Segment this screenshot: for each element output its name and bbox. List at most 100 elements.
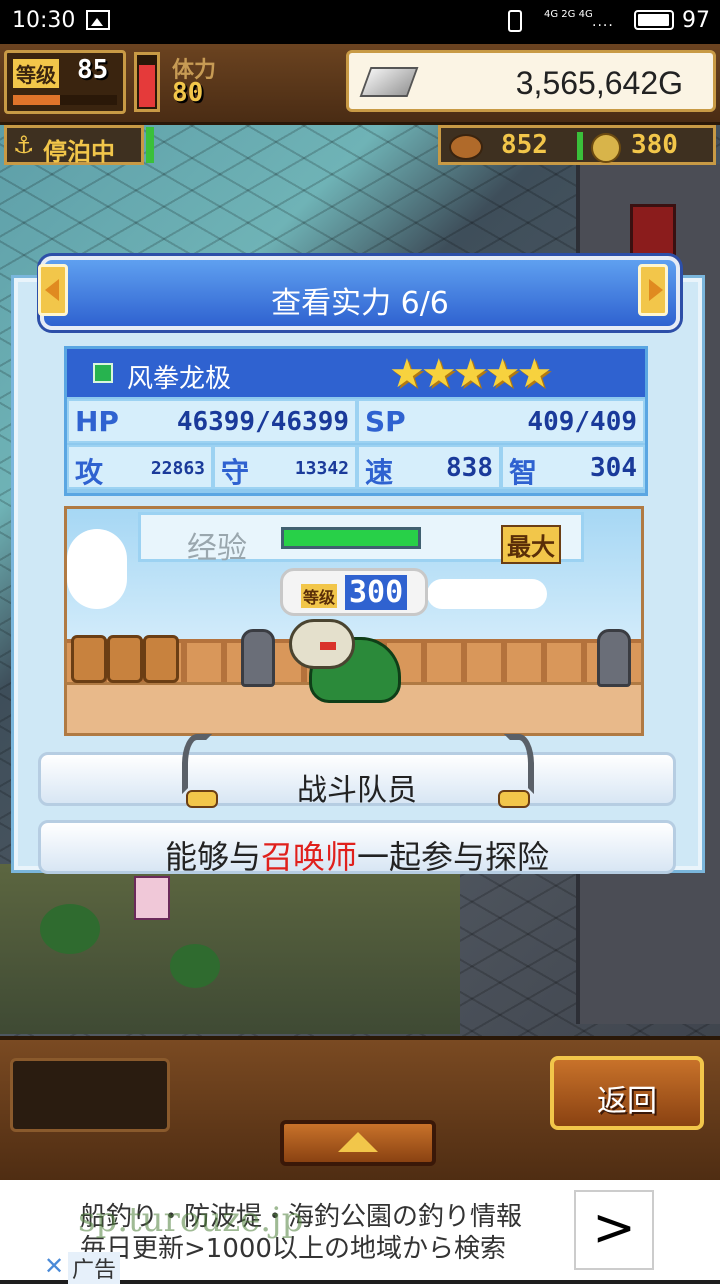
resource-a-value: 852 [501, 130, 548, 160]
npc-character[interactable] [134, 876, 170, 920]
exp-fill [284, 530, 418, 546]
speed-cell: 速 838 [357, 445, 501, 489]
sword-hilt [186, 790, 218, 808]
intelligence-key: 智 [509, 456, 538, 489]
resource-box: 852 380 [438, 125, 716, 165]
exp-bar [281, 527, 421, 549]
defense-key: 守 [221, 456, 250, 489]
signal-icon: .... [592, 14, 614, 30]
level-progress-fill [13, 95, 60, 105]
level-label: 等级 [13, 59, 59, 88]
anchor-label: 停泊中 [43, 138, 115, 166]
sp-cell: SP 409/409 [357, 399, 645, 443]
ad-open-button[interactable]: > [574, 1190, 654, 1270]
speed-value: 838 [446, 453, 493, 483]
dialog-title: 查看实力 6/6 [271, 286, 449, 321]
ad-banner[interactable]: 船釣り・防波堤・海釣公園の釣り情報 毎日更新>1000以上の地域から検索 sp.… [0, 1180, 720, 1284]
sp-value: 409/409 [527, 407, 637, 437]
exp-max-badge: 最大 [501, 525, 561, 564]
status-bar: 10:30 4G 2G 4G .... 97 [0, 0, 720, 44]
prev-arrow-button[interactable] [38, 264, 68, 316]
food-barrel-icon [449, 134, 483, 160]
barrel [107, 635, 143, 683]
top-hud: 等级 85 体力 80 3,565,642G [0, 44, 720, 125]
attack-cell: 攻 22863 [67, 445, 213, 489]
description-text: 能够与召唤师一起参与探险 [41, 832, 673, 878]
anchor-icon: ⚓ [13, 131, 35, 159]
cannon [241, 629, 275, 687]
description-highlight: 召唤师 [260, 838, 357, 876]
description-box: 能够与召唤师一起参与探险 [38, 820, 676, 876]
intelligence-value: 304 [590, 453, 637, 483]
exp-label: 经验 [187, 531, 247, 566]
up-arrow-icon [338, 1132, 378, 1152]
stamina-meter [134, 52, 160, 112]
resource-separator [577, 132, 583, 160]
back-button-label: 返回 [597, 1084, 657, 1119]
level-value: 85 [77, 55, 109, 85]
role-text: 战斗队员 [297, 773, 417, 808]
rarity-stars: ★★★★★ [389, 351, 552, 397]
dialog-title-banner: 查看实力 6/6 [40, 256, 680, 330]
description-pre: 能够与 [164, 838, 261, 876]
silver-bar-icon [359, 67, 419, 97]
battery-percent: 97 [682, 8, 710, 33]
dragon-eye [320, 642, 336, 650]
gold-amount: 3,565,642G [515, 65, 683, 101]
expand-menu-button[interactable] [280, 1120, 436, 1166]
next-arrow-button[interactable] [638, 264, 668, 316]
resource-b-value: 380 [631, 130, 678, 160]
image-notification-icon [86, 10, 110, 30]
network-type: 4G 2G 4G [544, 9, 593, 20]
attack-value: 22863 [150, 458, 205, 479]
monster-name: 风拳龙极 [127, 364, 232, 394]
hp-cell: HP 46399/46399 [67, 399, 357, 443]
tree [170, 944, 220, 988]
description-post: 一起参与探险 [357, 838, 550, 876]
ad-label: 广告 [68, 1252, 121, 1284]
hp-key: HP [75, 405, 119, 438]
cloud [67, 529, 127, 609]
barrel [143, 635, 179, 683]
dragon-monster-sprite[interactable] [289, 615, 409, 711]
monster-level-value: 300 [345, 575, 408, 610]
role-bar: 战斗队员 [38, 752, 676, 808]
monster-level-tag: 等级 300 [280, 568, 428, 616]
exp-bar-frame: 经验 最大 [138, 512, 584, 566]
stamina-fill [139, 65, 155, 107]
intelligence-cell: 智 304 [501, 445, 645, 489]
cloud [427, 579, 547, 609]
empty-slot [10, 1058, 170, 1132]
status-time: 10:30 [12, 8, 76, 33]
attack-key: 攻 [75, 456, 104, 489]
defense-cell: 守 13342 [213, 445, 357, 489]
hp-value: 46399/46399 [176, 407, 349, 437]
stats-panel: 风拳龙极 ★★★★★ HP 46399/46399 SP 409/409 攻 2… [64, 346, 648, 496]
dragon-head [289, 619, 355, 669]
speed-key: 速 [365, 456, 394, 489]
monster-level-label: 等级 [301, 584, 338, 608]
back-button[interactable]: 返回 [550, 1056, 704, 1130]
defense-value: 13342 [294, 458, 349, 479]
medal-coin-icon [591, 133, 621, 163]
sword-right-icon [494, 734, 540, 808]
gold-box[interactable]: 3,565,642G [346, 50, 716, 112]
stamina-value: 80 [172, 78, 204, 108]
element-gem-icon [93, 363, 113, 383]
battery-icon [634, 10, 674, 30]
status-indicator [146, 127, 154, 163]
anchor-status[interactable]: ⚓ 停泊中 [4, 125, 144, 166]
sword-blade [504, 734, 534, 794]
bottom-menu-bar: 返回 [0, 1036, 720, 1184]
player-level-box[interactable]: 等级 85 [4, 50, 126, 114]
barrel [71, 635, 107, 683]
level-progress-bar [13, 95, 117, 105]
sword-hilt [498, 790, 530, 808]
ad-url-watermark: sp.turouze.jp [78, 1200, 304, 1240]
town-area [0, 864, 460, 1034]
sp-key: SP [365, 405, 406, 438]
vibrate-icon [508, 10, 522, 32]
name-row: 风拳龙极 ★★★★★ [67, 349, 645, 397]
ad-close-icon[interactable]: ✕ [44, 1252, 64, 1280]
chevron-right-icon: > [592, 1198, 636, 1258]
